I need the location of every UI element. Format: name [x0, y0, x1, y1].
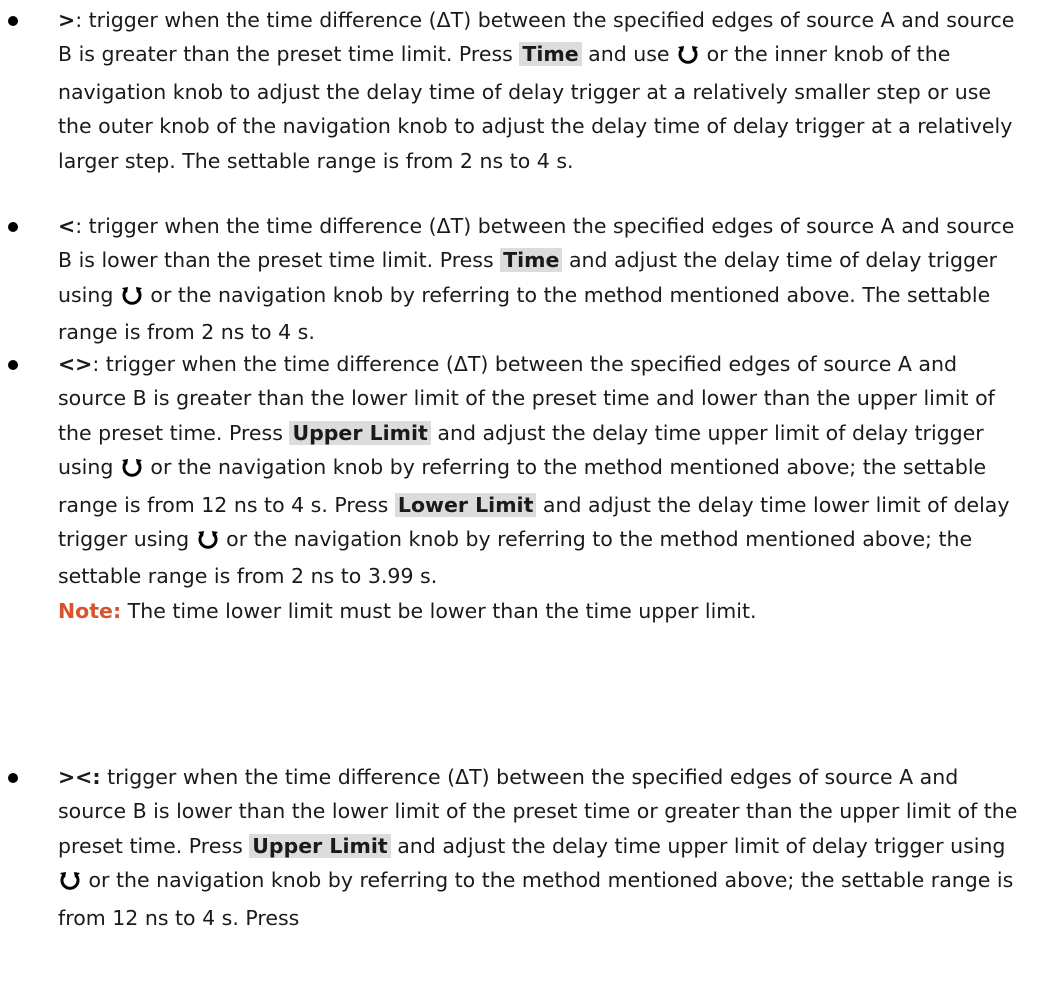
- multipurpose-knob-icon: [58, 866, 82, 900]
- operator-label: <: [58, 214, 76, 238]
- list-item: ><: trigger when the time difference (ΔT…: [0, 760, 1018, 935]
- list-item-text: >: trigger when the time difference (ΔT)…: [58, 8, 1015, 173]
- list-item: <: trigger when the time difference (ΔT)…: [0, 209, 1018, 350]
- multipurpose-knob-icon: [196, 525, 220, 559]
- time-softkey-label: Time: [500, 248, 563, 273]
- operator-label: ><:: [58, 765, 101, 789]
- note-label: Note:: [58, 598, 122, 623]
- upper-limit-softkey-label: Upper Limit: [249, 833, 391, 858]
- operator-label: >: [58, 8, 76, 32]
- list-item-text: <: trigger when the time difference (ΔT)…: [58, 214, 1015, 345]
- list-item-text: <>: trigger when the time difference (ΔT…: [58, 352, 1010, 589]
- bullet-icon: [8, 16, 18, 26]
- bullet-icon: [8, 222, 18, 232]
- multipurpose-knob-icon: [120, 453, 144, 487]
- list-item: <>: trigger when the time difference (ΔT…: [0, 347, 1018, 628]
- operator-label: <>: [58, 352, 93, 376]
- document-page: >: trigger when the time difference (ΔT)…: [0, 0, 1048, 994]
- list-item-text: ><: trigger when the time difference (ΔT…: [58, 765, 1018, 930]
- upper-limit-softkey-label: Upper Limit: [289, 420, 431, 445]
- bullet-icon: [8, 773, 18, 783]
- bullet-icon: [8, 360, 18, 370]
- multipurpose-knob-icon: [120, 281, 144, 315]
- note-text: Note: The time lower limit must be lower…: [58, 598, 757, 623]
- lower-limit-softkey-label: Lower Limit: [394, 492, 537, 517]
- list-item: >: trigger when the time difference (ΔT)…: [0, 3, 1018, 178]
- time-softkey-label: Time: [519, 42, 582, 67]
- multipurpose-knob-icon: [676, 40, 700, 74]
